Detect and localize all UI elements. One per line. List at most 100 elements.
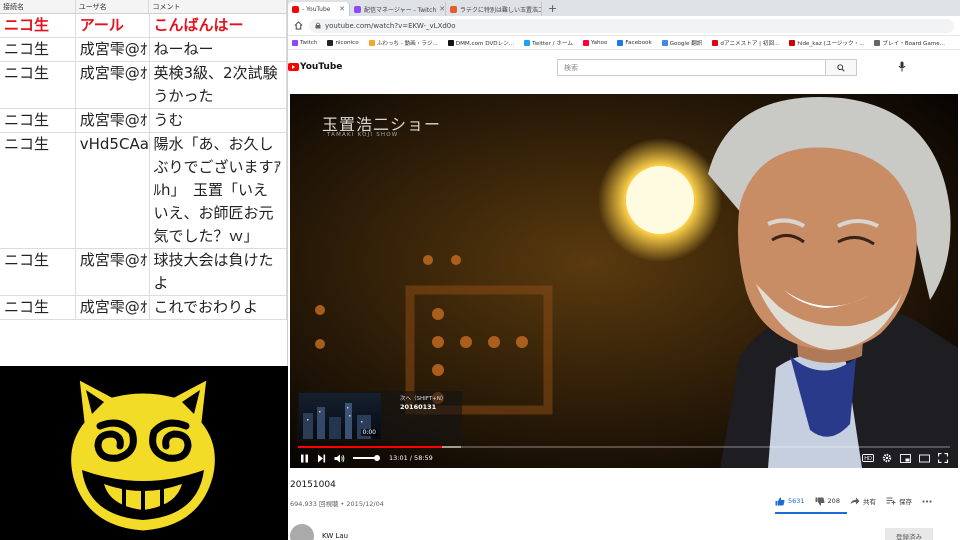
bookmark-label: DMM.com DVDレン...: [455, 40, 515, 47]
bookmark-danime[interactable]: dアニメストア | 初回...: [712, 39, 779, 47]
share-icon: [850, 497, 860, 505]
comment-row[interactable]: ニコ生 アール こんばんはー: [0, 14, 287, 38]
connection-cell: ニコ生: [0, 249, 76, 295]
comment-row[interactable]: ニコ生 成宮雫@ｵ うむ: [0, 109, 287, 133]
next-icon[interactable]: [317, 454, 326, 463]
save-button[interactable]: 保存: [886, 496, 912, 506]
youtube-logo-text: YouTube: [300, 62, 343, 72]
tab-youtube[interactable]: - YouTube ✕: [288, 2, 350, 16]
connection-cell: ニコ生: [0, 133, 76, 248]
twitter-icon: [524, 39, 531, 46]
fullscreen-icon[interactable]: [938, 453, 948, 463]
youtube-logo[interactable]: YouTube: [288, 62, 342, 72]
new-tab-button[interactable]: +: [542, 2, 563, 16]
more-actions-button[interactable]: [922, 499, 932, 503]
bookmark-hide-kaz[interactable]: hide_kaz (ユージック・...: [789, 39, 864, 47]
comment-row[interactable]: ニコ生 vHd5CAa 陽水「あ、お久しぶりでございますｱﾙh」 玉置「いえいえ…: [0, 133, 287, 249]
bookmark-label: ふわっち - 動画・ラジ...: [376, 40, 438, 47]
yahoo-icon: [582, 39, 589, 46]
bookmark-label: niconico: [335, 39, 359, 46]
channel-name[interactable]: KW Lau: [322, 532, 348, 540]
bookmark-facebook[interactable]: Facebook: [617, 39, 652, 46]
comment-cell: 陽水「あ、お久しぶりでございますｱﾙh」 玉置「いえいえ、お師匠お元気でした？ｗ…: [150, 133, 287, 248]
microphone-icon[interactable]: [898, 61, 906, 72]
bookmark-twitter[interactable]: Twitter / ホーム: [524, 39, 573, 47]
comment-row[interactable]: ニコ生 成宮雫@ｵ 球技大会は負けたよ: [0, 249, 287, 296]
bookmark-fuwacchi[interactable]: ふわっち - 動画・ラジ...: [368, 39, 438, 47]
comment-cell: これでおわりよ: [150, 296, 287, 319]
bookmark-label: dアニメストア | 初回...: [720, 40, 780, 47]
youtube-play-icon: [288, 63, 299, 71]
bookmark-label: Twitch: [300, 39, 318, 46]
search-input[interactable]: 検索: [558, 60, 825, 75]
pause-icon[interactable]: [300, 454, 309, 463]
comment-table-header: 接続名 ユーザ名 コメント: [0, 0, 287, 14]
facebook-icon: [617, 39, 624, 46]
time-display: 13:01 / 58:59: [389, 454, 433, 462]
fuwacchi-icon: [368, 39, 375, 46]
tab-twitch[interactable]: 配信マネージャー - Twitch ✕: [350, 2, 446, 16]
gear-icon[interactable]: [882, 453, 892, 463]
next-video-label: 次へ（SHIFT+N）: [400, 396, 447, 402]
avatar[interactable]: [290, 524, 314, 540]
comment-row[interactable]: ニコ生 成宮雫@ｵ 英検3級、2次試験うかった: [0, 62, 287, 109]
dmm-icon: [447, 39, 454, 46]
tab-strip: - YouTube ✕ 配信マネージャー - Twitch ✕ ラテクに特別は難…: [288, 0, 960, 16]
connection-cell: ニコ生: [0, 38, 76, 61]
column-header-comment[interactable]: コメント: [149, 0, 287, 13]
browser-window: - YouTube ✕ 配信マネージャー - Twitch ✕ ラテクに特別は難…: [288, 0, 960, 540]
bookmark-boardgame[interactable]: ブレイ・Board Game...: [874, 39, 945, 47]
search-icon: [837, 63, 845, 72]
comment-row[interactable]: ニコ生 成宮雫@ｵ ねーねー: [0, 38, 287, 62]
bookmarks-bar: Twitch niconico ふわっち - 動画・ラジ... DMM.com …: [288, 36, 960, 50]
like-button[interactable]: 5631: [775, 497, 805, 506]
bookmark-twitch[interactable]: Twitch: [292, 39, 318, 46]
comment-cell: ねーねー: [150, 38, 287, 61]
share-button[interactable]: 共有: [850, 496, 876, 506]
grinning-cat-icon: [68, 375, 218, 534]
theater-mode-icon[interactable]: [919, 454, 930, 463]
close-icon[interactable]: ✕: [339, 5, 345, 13]
bookmark-dmm[interactable]: DMM.com DVDレン...: [447, 39, 515, 47]
column-header-user[interactable]: ユーザ名: [76, 0, 150, 13]
next-video-thumbnail: 0:00: [299, 393, 381, 439]
video-title: 20151004: [290, 480, 336, 490]
user-cell: 成宮雫@ｵ: [76, 296, 150, 319]
tab-label: 配信マネージャー - Twitch: [364, 6, 437, 14]
volume-slider[interactable]: [353, 455, 380, 461]
bookmark-niconico[interactable]: niconico: [327, 39, 359, 46]
comment-row[interactable]: ニコ生 成宮雫@ｵ これでおわりよ: [0, 296, 287, 320]
connection-cell: ニコ生: [0, 109, 76, 132]
bookmark-google-translate[interactable]: Google 翻訳: [661, 39, 702, 47]
dislike-button[interactable]: 208: [815, 497, 840, 506]
column-header-connection[interactable]: 接続名: [0, 0, 76, 13]
subscribe-button[interactable]: 登録済み: [885, 528, 933, 540]
next-video-duration: 0:00: [360, 429, 378, 436]
save-label: 保存: [898, 498, 912, 506]
home-icon[interactable]: [294, 21, 303, 30]
bookmark-label: hide_kaz (ユージック・...: [797, 40, 865, 47]
thumbs-up-icon: [775, 497, 785, 505]
search-button[interactable]: [825, 60, 856, 75]
niconico-icon: [327, 39, 334, 46]
bookmark-page-icon: [789, 39, 796, 46]
close-icon[interactable]: ✕: [439, 5, 445, 13]
tab-label: ラテクに特別は難しい玉置浩二を歌: [460, 6, 541, 14]
tab-article[interactable]: ラテクに特別は難しい玉置浩二を歌 ✕: [446, 2, 542, 16]
bookmark-label: Facebook: [625, 39, 652, 46]
url-field[interactable]: youtube.com/watch?v=EKW-_vLXd0o: [309, 18, 954, 33]
bookmark-label: Twitter / ホーム: [532, 40, 573, 47]
volume-icon[interactable]: [334, 454, 345, 463]
miniplayer-icon[interactable]: [900, 453, 911, 463]
user-cell: 成宮雫@ｵ: [76, 38, 150, 61]
next-video-card[interactable]: 0:00 次へ（SHIFT+N） 20160131: [297, 391, 462, 441]
video-player[interactable]: 玉置浩二ショー TAMAKI KOJI SHOW 0:00 次へ（SHIFT+N…: [290, 94, 958, 468]
stream-logo-panel: [0, 366, 288, 540]
hd-quality-icon[interactable]: HD: [862, 454, 874, 462]
bookmark-page-icon: [874, 39, 881, 46]
seek-bar[interactable]: [298, 446, 950, 448]
comment-cell: 英検3級、2次試験うかった: [150, 62, 287, 108]
screen: 接続名 ユーザ名 コメント ニコ生 アール こんばんはー ニコ生 成宮雫@ｵ ね…: [0, 0, 960, 540]
page-icon: [450, 5, 457, 13]
bookmark-yahoo[interactable]: Yahoo: [582, 39, 607, 46]
